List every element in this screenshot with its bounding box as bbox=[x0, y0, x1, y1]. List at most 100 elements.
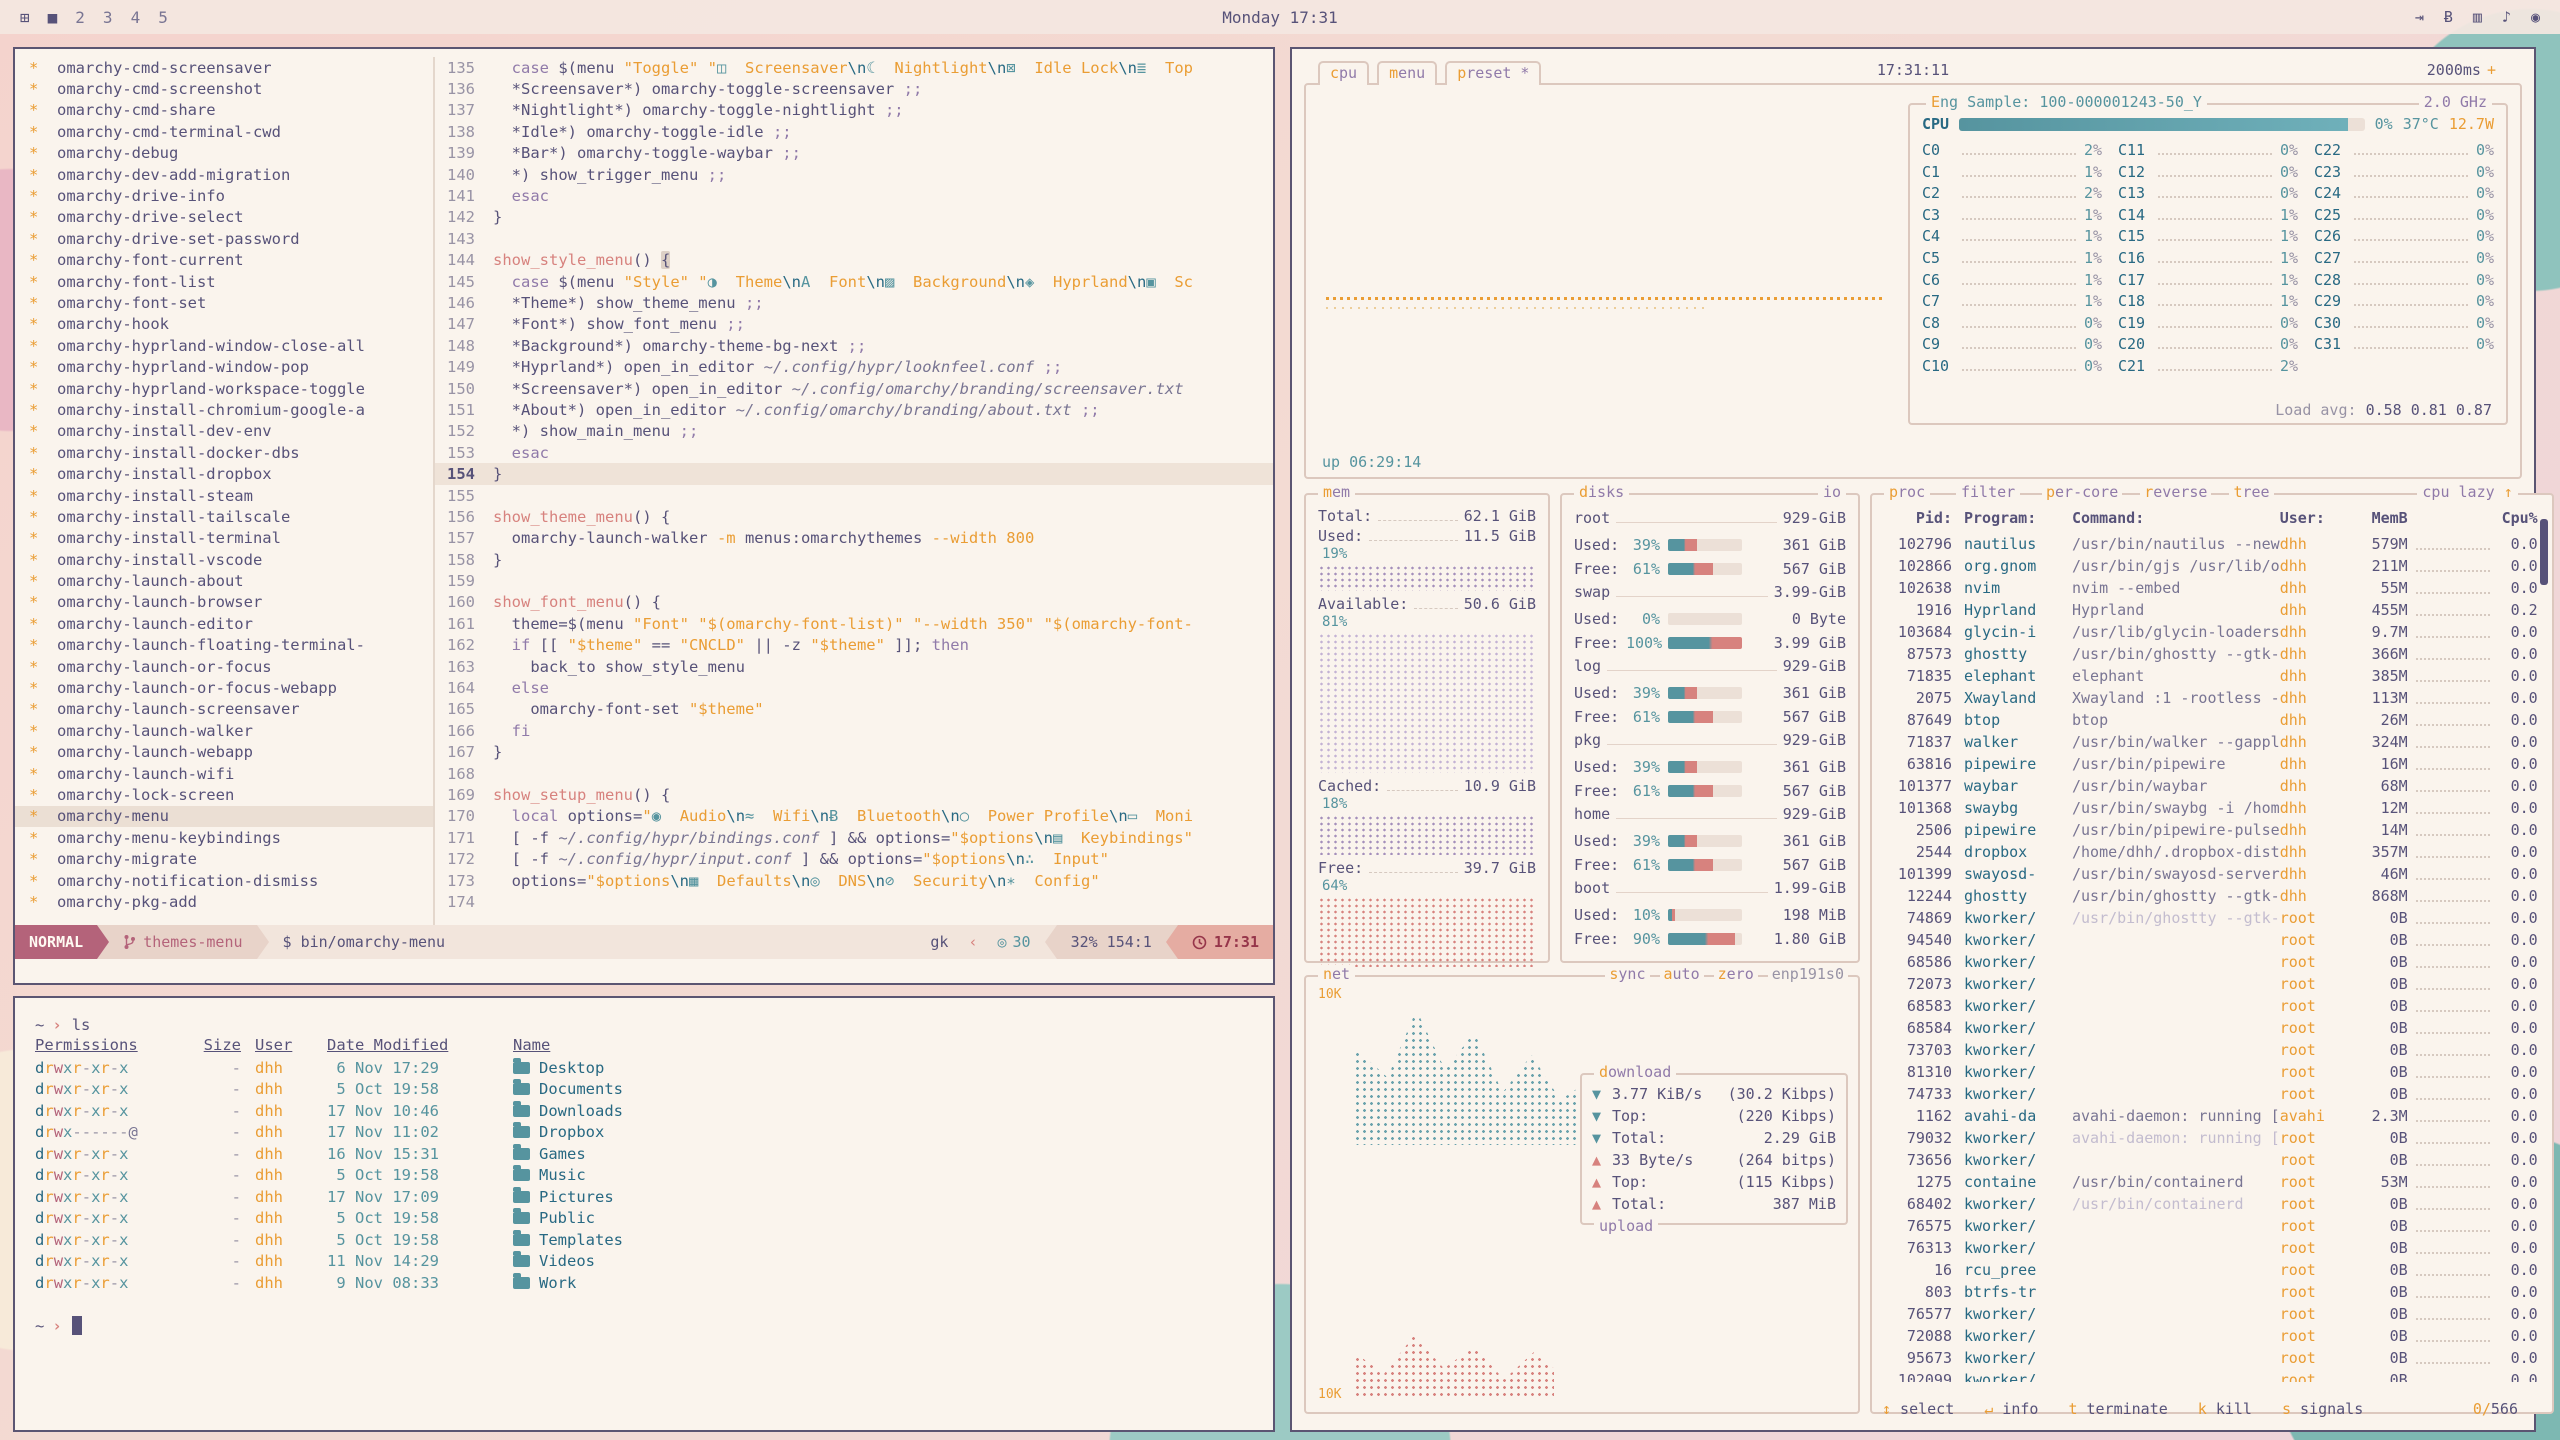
process-row[interactable]: 71837walker/usr/bin/walker --gappldhh324… bbox=[1884, 731, 2542, 753]
process-row[interactable]: 87573ghostty/usr/bin/ghostty --gtk-dhh36… bbox=[1884, 643, 2542, 665]
net-button-zero[interactable]: zero bbox=[1714, 965, 1758, 983]
process-row[interactable]: 81310kworker/root0B0.0 bbox=[1884, 1061, 2542, 1083]
process-row[interactable]: 101377waybar/usr/bin/waybardhh68M0.0 bbox=[1884, 775, 2542, 797]
code-line[interactable]: 151 *About*) open_in_editor ~/.config/om… bbox=[435, 399, 1273, 420]
process-row[interactable]: 76313kworker/root0B0.0 bbox=[1884, 1237, 2542, 1259]
process-row[interactable]: 102099kworker/root0B0.0 bbox=[1884, 1369, 2542, 1382]
code-line[interactable]: 170 local options="◉ Audio\n≈ Wifi\nɃ Bl… bbox=[435, 806, 1273, 827]
file-item[interactable]: *omarchy-install-terminal bbox=[15, 528, 433, 549]
col-command[interactable]: Command: bbox=[2072, 509, 2280, 527]
process-row[interactable]: 101368swaybg/usr/bin/swaybg -i /homdhh12… bbox=[1884, 797, 2542, 819]
col-mem[interactable]: MemB bbox=[2346, 509, 2408, 527]
process-row[interactable]: 72073kworker/root0B0.0 bbox=[1884, 973, 2542, 995]
code-line[interactable]: 164 else bbox=[435, 677, 1273, 698]
col-cpu[interactable]: Cpu% bbox=[2496, 509, 2542, 527]
terminal-prompt-line[interactable]: ~ › bbox=[35, 1315, 1253, 1337]
process-row[interactable]: 101399swayosd-/usr/bin/swayosd-serverdhh… bbox=[1884, 863, 2542, 885]
file-item[interactable]: *omarchy-menu-keybindings bbox=[15, 827, 433, 848]
disks-title[interactable]: disks bbox=[1574, 483, 1629, 501]
file-item[interactable]: *omarchy-install-steam bbox=[15, 485, 433, 506]
process-row[interactable]: 16rcu_preeroot0B0.0 bbox=[1884, 1259, 2542, 1281]
process-row[interactable]: 68402kworker//usr/bin/containerdroot0B0.… bbox=[1884, 1193, 2542, 1215]
file-item[interactable]: *omarchy-install-tailscale bbox=[15, 506, 433, 527]
code-line[interactable]: 136 *Screensaver*) omarchy-toggle-screen… bbox=[435, 78, 1273, 99]
file-item[interactable]: *omarchy-launch-screensaver bbox=[15, 699, 433, 720]
code-line[interactable]: 143 bbox=[435, 228, 1273, 249]
code-line[interactable]: 153 esac bbox=[435, 442, 1273, 463]
plus-icon[interactable]: + bbox=[2481, 61, 2496, 79]
footer-kill[interactable]: k kill bbox=[2198, 1400, 2252, 1418]
net-title[interactable]: net bbox=[1318, 965, 1355, 983]
display-icon[interactable]: ▥ bbox=[2473, 8, 2482, 26]
command-line[interactable] bbox=[15, 959, 1273, 983]
code-line[interactable]: 138 *Idle*) omarchy-toggle-idle ;; bbox=[435, 121, 1273, 142]
process-row[interactable]: 102796nautilus/usr/bin/nautilus --newdhh… bbox=[1884, 533, 2542, 555]
toggle-per-core[interactable]: per-core bbox=[2042, 483, 2122, 501]
process-row[interactable]: 79032kworker/avahi-daemon: running [root… bbox=[1884, 1127, 2542, 1149]
process-row[interactable]: 2544dropbox/home/dhh/.dropbox-distdhh357… bbox=[1884, 841, 2542, 863]
mem-title[interactable]: mem bbox=[1318, 483, 1355, 501]
code-line[interactable]: 137 *Nightlight*) omarchy-toggle-nightli… bbox=[435, 100, 1273, 121]
footer-signals[interactable]: s signals bbox=[2282, 1400, 2363, 1418]
code-line[interactable]: 167} bbox=[435, 742, 1273, 763]
file-item[interactable]: *omarchy-drive-set-password bbox=[15, 228, 433, 249]
code-line[interactable]: 152 *) show_main_menu ;; bbox=[435, 421, 1273, 442]
process-row[interactable]: 94540kworker/root0B0.0 bbox=[1884, 929, 2542, 951]
code-line[interactable]: 145 case $(menu "Style" "◑ Theme\nA Font… bbox=[435, 271, 1273, 292]
code-line[interactable]: 141 esac bbox=[435, 185, 1273, 206]
file-item[interactable]: *omarchy-font-list bbox=[15, 271, 433, 292]
code-line[interactable]: 162 if [[ "$theme" == "CNCLD" || -z "$th… bbox=[435, 635, 1273, 656]
toggle-reverse[interactable]: reverse bbox=[2140, 483, 2211, 501]
code-line[interactable]: 156show_theme_menu() { bbox=[435, 506, 1273, 527]
process-row[interactable]: 74869kworker//usr/bin/ghostty --gtk-root… bbox=[1884, 907, 2542, 929]
process-row[interactable]: 76577kworker/root0B0.0 bbox=[1884, 1303, 2542, 1325]
file-item[interactable]: *omarchy-launch-browser bbox=[15, 592, 433, 613]
filter-button[interactable]: filter bbox=[1956, 483, 2020, 501]
code-line[interactable]: 171 [ -f ~/.config/hypr/bindings.conf ] … bbox=[435, 827, 1273, 848]
file-item[interactable]: *omarchy-launch-webapp bbox=[15, 742, 433, 763]
code-line[interactable]: 147 *Font*) show_font_menu ;; bbox=[435, 314, 1273, 335]
bluetooth-icon[interactable]: Ƀ bbox=[2444, 8, 2453, 26]
col-user[interactable]: User: bbox=[2280, 509, 2346, 527]
file-item[interactable]: *omarchy-cmd-share bbox=[15, 100, 433, 121]
code-line[interactable]: 172 [ -f ~/.config/hypr/input.conf ] && … bbox=[435, 848, 1273, 869]
power-icon[interactable]: ◉ bbox=[2531, 8, 2540, 26]
volume-icon[interactable]: ♪ bbox=[2502, 8, 2511, 26]
file-item[interactable]: *omarchy-launch-floating-terminal- bbox=[15, 635, 433, 656]
code-line[interactable]: 144show_style_menu() { bbox=[435, 250, 1273, 271]
code-line[interactable]: 168 bbox=[435, 763, 1273, 784]
code-line[interactable]: 169show_setup_menu() { bbox=[435, 784, 1273, 805]
process-row[interactable]: 87649btopbtopdhh26M0.0 bbox=[1884, 709, 2542, 731]
file-item[interactable]: *omarchy-install-docker-dbs bbox=[15, 442, 433, 463]
code-line[interactable]: 174 bbox=[435, 891, 1273, 912]
terminal-window[interactable]: ~ › ls Permissions Size User Date Modifi… bbox=[13, 996, 1275, 1432]
code-line[interactable]: 155 bbox=[435, 485, 1273, 506]
screenshare-icon[interactable]: ⇥ bbox=[2415, 8, 2424, 26]
file-item[interactable]: *omarchy-menu bbox=[15, 806, 433, 827]
file-item[interactable]: *omarchy-install-chromium-google-a bbox=[15, 399, 433, 420]
code-line[interactable]: 146 *Theme*) show_theme_menu ;; bbox=[435, 292, 1273, 313]
file-item[interactable]: *omarchy-install-dev-env bbox=[15, 421, 433, 442]
process-row[interactable]: 71835elephantelephantdhh385M0.0 bbox=[1884, 665, 2542, 687]
file-item[interactable]: *omarchy-launch-or-focus-webapp bbox=[15, 677, 433, 698]
toggle-tree[interactable]: tree bbox=[2229, 483, 2273, 501]
net-button-auto[interactable]: auto bbox=[1660, 965, 1704, 983]
footer-info[interactable]: ↵ info bbox=[1984, 1400, 2038, 1418]
sort-selector[interactable]: cpu lazy ↑ bbox=[2417, 483, 2517, 501]
code-line[interactable]: 166 fi bbox=[435, 720, 1273, 741]
process-row[interactable]: 803btrfs-trroot0B0.0 bbox=[1884, 1281, 2542, 1303]
file-item[interactable]: *omarchy-launch-editor bbox=[15, 613, 433, 634]
process-row[interactable]: 68586kworker/root0B0.0 bbox=[1884, 951, 2542, 973]
file-item[interactable]: *omarchy-cmd-screensaver bbox=[15, 57, 433, 78]
file-item[interactable]: *omarchy-install-vscode bbox=[15, 549, 433, 570]
process-row[interactable]: 68583kworker/root0B0.0 bbox=[1884, 995, 2542, 1017]
code-line[interactable]: 173 options="$options\n▦ Defaults\n◎ DNS… bbox=[435, 870, 1273, 891]
net-button-sync[interactable]: sync bbox=[1605, 965, 1649, 983]
file-item[interactable]: *omarchy-font-current bbox=[15, 250, 433, 271]
process-row[interactable]: 1162avahi-daavahi-daemon: running [avahi… bbox=[1884, 1105, 2542, 1127]
code-line[interactable]: 148 *Background*) omarchy-theme-bg-next … bbox=[435, 335, 1273, 356]
file-item[interactable]: *omarchy-launch-wifi bbox=[15, 763, 433, 784]
code-line[interactable]: 150 *Screensaver*) open_in_editor ~/.con… bbox=[435, 378, 1273, 399]
file-item[interactable]: *omarchy-hook bbox=[15, 314, 433, 335]
file-item[interactable]: *omarchy-hyprland-workspace-toggle bbox=[15, 378, 433, 399]
